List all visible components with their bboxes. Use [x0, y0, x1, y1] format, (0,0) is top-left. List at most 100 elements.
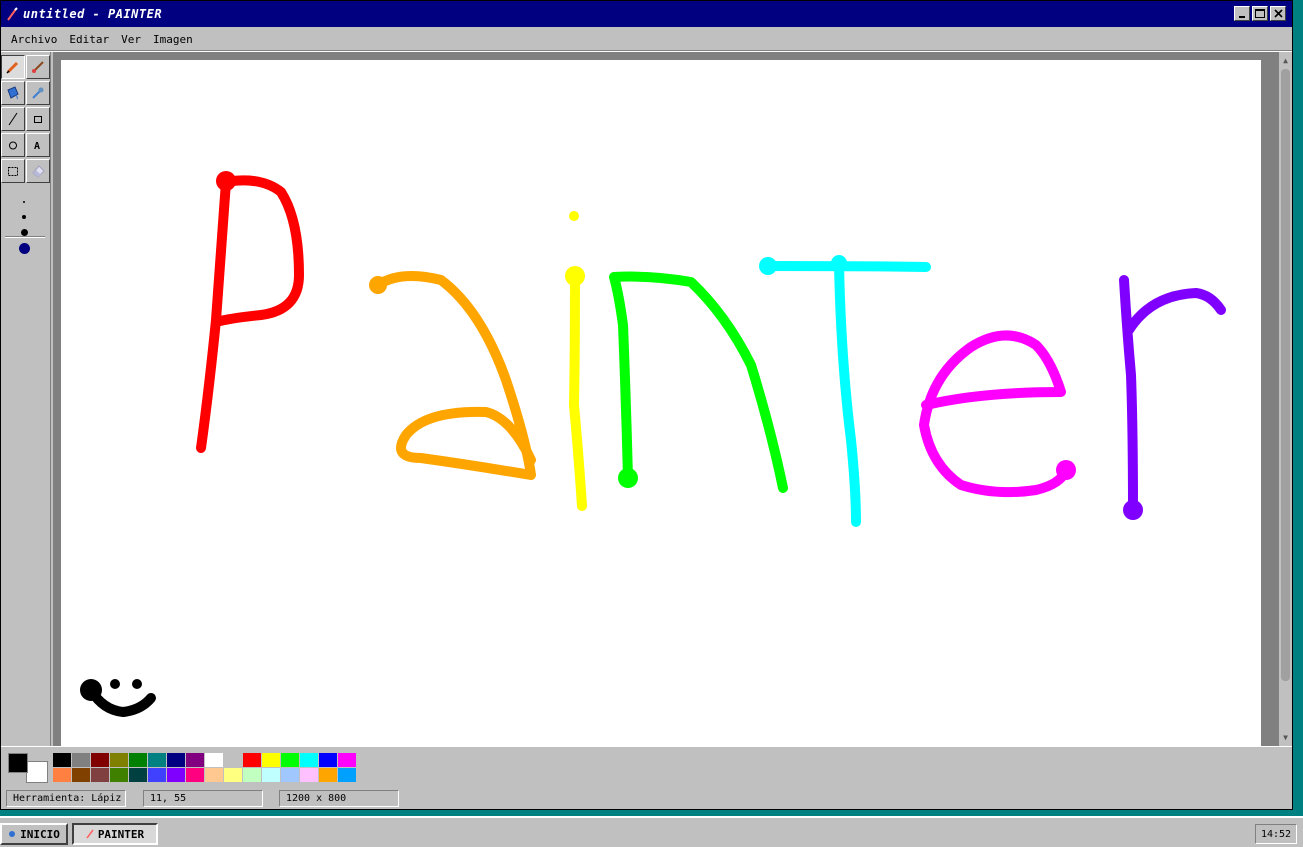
rectangle-icon — [34, 116, 42, 123]
color-palette — [1, 746, 1292, 786]
task-label: PAINTER — [97, 827, 145, 841]
palette-swatch[interactable] — [243, 753, 262, 768]
status-tool: Herramienta: Lápiz — [6, 790, 126, 807]
stroke-a — [373, 271, 536, 480]
select-icon — [8, 167, 18, 176]
palette-swatch[interactable] — [300, 768, 319, 783]
palette-swatch[interactable] — [148, 753, 167, 768]
palette-swatch[interactable] — [338, 768, 357, 783]
maximize-button[interactable] — [1252, 6, 1268, 21]
menu-archivo[interactable]: Archivo — [5, 33, 63, 46]
rect-tool[interactable] — [26, 107, 50, 131]
stroke-r — [1119, 275, 1226, 515]
line-tool[interactable] — [1, 107, 25, 131]
ellipse-icon — [9, 141, 17, 150]
fill-tool[interactable] — [1, 81, 25, 105]
brush-size-3[interactable] — [21, 229, 28, 236]
palette-swatch[interactable] — [110, 753, 129, 768]
palette-swatch[interactable] — [186, 768, 205, 783]
window-controls — [1234, 6, 1286, 21]
minimize-icon — [1239, 15, 1245, 18]
status-coords: 11, 55 — [143, 790, 263, 807]
close-button[interactable] — [1270, 6, 1286, 21]
palette-swatch[interactable] — [262, 768, 281, 783]
drawing — [80, 171, 1226, 717]
painter-task-icon — [86, 829, 94, 839]
status-bar: Herramienta: Lápiz 11, 55 1200 x 800 — [1, 787, 1292, 809]
ellipse-tool[interactable] — [1, 133, 25, 157]
palette-swatch[interactable] — [167, 753, 186, 768]
palette-swatch[interactable] — [129, 768, 148, 783]
color-selector[interactable] — [6, 751, 48, 783]
palette-swatch[interactable] — [53, 753, 72, 768]
palette-swatch[interactable] — [186, 753, 205, 768]
toolbox: A — [1, 52, 51, 746]
palette-swatch[interactable] — [148, 768, 167, 783]
close-icon — [1273, 9, 1283, 18]
foreground-color[interactable] — [8, 753, 28, 773]
eraser-tool[interactable] — [26, 159, 50, 183]
picker-tool[interactable] — [26, 81, 50, 105]
bucket-icon — [7, 86, 19, 100]
stroke-t-bar — [763, 261, 931, 272]
palette-swatch[interactable] — [110, 768, 129, 783]
painter-app-icon — [1, 1, 23, 27]
palette-swatch[interactable] — [129, 753, 148, 768]
clock: 14:52 — [1255, 824, 1297, 844]
palette-swatch[interactable] — [91, 768, 110, 783]
palette-swatch[interactable] — [281, 753, 300, 768]
palette-swatch[interactable] — [243, 768, 262, 783]
palette-swatch[interactable] — [72, 753, 91, 768]
stroke-n — [609, 271, 788, 493]
menu-ver[interactable]: Ver — [115, 33, 147, 46]
palette-swatch[interactable] — [167, 768, 186, 783]
menu-imagen[interactable]: Imagen — [147, 33, 199, 46]
scroll-down-icon[interactable]: ▼ — [1279, 731, 1292, 744]
start-button[interactable]: INICIO — [0, 823, 68, 845]
palette-swatch[interactable] — [319, 768, 338, 783]
background-color[interactable] — [26, 761, 48, 783]
palette-swatch[interactable] — [281, 768, 300, 783]
palette-swatch[interactable] — [205, 768, 224, 783]
palette-swatch[interactable] — [205, 753, 224, 768]
taskbar: INICIO PAINTER 14:52 — [0, 816, 1303, 847]
palette-swatch[interactable] — [262, 753, 281, 768]
brush-size-1[interactable] — [23, 201, 25, 203]
palette-swatch[interactable] — [319, 753, 338, 768]
start-icon — [9, 831, 16, 837]
palette-swatch[interactable] — [300, 753, 319, 768]
start-label: INICIO — [20, 827, 60, 841]
pencil-icon — [6, 61, 19, 74]
title-bar[interactable]: untitled - PAINTER — [1, 1, 1292, 27]
eyedropper-icon — [32, 87, 44, 99]
palette-swatch[interactable] — [72, 768, 91, 783]
canvas-area — [53, 52, 1279, 746]
minimize-button[interactable] — [1234, 6, 1250, 21]
drawing-canvas[interactable] — [61, 60, 1261, 746]
palette-swatch[interactable] — [224, 753, 243, 768]
text-tool[interactable]: A — [26, 133, 50, 157]
menu-editar[interactable]: Editar — [63, 33, 115, 46]
vertical-scrollbar[interactable]: ▲ ▼ — [1279, 52, 1292, 746]
stroke-i — [569, 271, 587, 511]
brush-size-4[interactable] — [19, 243, 30, 254]
maximize-icon — [1255, 9, 1265, 18]
brush-size-2[interactable] — [22, 215, 26, 219]
toolbox-separator — [5, 236, 45, 238]
brush-tool[interactable] — [26, 55, 50, 79]
palette-swatch[interactable] — [53, 768, 72, 783]
stroke-dots — [80, 171, 1143, 701]
status-canvas-size: 1200 x 800 — [279, 790, 399, 807]
pencil-tool[interactable] — [1, 55, 25, 79]
window-title: untitled - PAINTER — [23, 7, 163, 21]
palette-swatch[interactable] — [91, 753, 110, 768]
scroll-up-icon[interactable]: ▲ — [1279, 54, 1292, 67]
stroke-p — [196, 175, 304, 453]
line-icon — [8, 112, 18, 126]
palette-swatch[interactable] — [338, 753, 357, 768]
stroke-t-stem — [834, 259, 861, 527]
taskbar-painter-button[interactable]: PAINTER — [72, 823, 158, 845]
palette-swatch[interactable] — [224, 768, 243, 783]
select-tool[interactable] — [1, 159, 25, 183]
scrollbar-thumb[interactable] — [1281, 69, 1290, 681]
